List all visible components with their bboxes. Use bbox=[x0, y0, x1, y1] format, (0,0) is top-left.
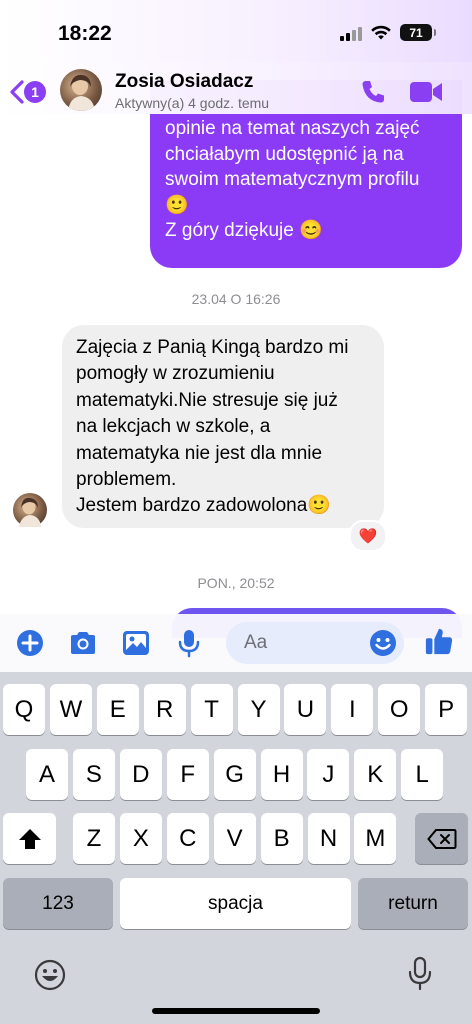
key-j[interactable]: J bbox=[307, 749, 350, 800]
key-u[interactable]: U bbox=[284, 684, 327, 735]
status-time: 18:22 bbox=[58, 22, 112, 45]
contact-name[interactable]: Zosia Osiadacz bbox=[115, 71, 253, 93]
key-v[interactable]: V bbox=[213, 813, 256, 864]
shift-arrow-icon bbox=[18, 828, 41, 849]
key-p[interactable]: P bbox=[425, 684, 468, 735]
key-w[interactable]: W bbox=[49, 684, 92, 735]
key-h[interactable]: H bbox=[260, 749, 303, 800]
key-r[interactable]: R bbox=[143, 684, 186, 735]
message-line: Jestem bardzo zadowolona🙂 bbox=[76, 495, 331, 517]
message-line: pomogły w zrozumieniu bbox=[76, 363, 275, 385]
message-line: matematyki.Nie stresuje się już bbox=[76, 389, 338, 411]
key-c[interactable]: C bbox=[166, 813, 209, 864]
key-g[interactable]: G bbox=[213, 749, 256, 800]
thumbs-up-icon[interactable] bbox=[424, 626, 454, 656]
battery-icon: 71 bbox=[400, 24, 436, 41]
key-e[interactable]: E bbox=[96, 684, 139, 735]
key-a[interactable]: A bbox=[26, 749, 68, 800]
message-line: problemem. bbox=[76, 469, 177, 491]
key-x[interactable]: X bbox=[119, 813, 162, 864]
key-o[interactable]: O bbox=[378, 684, 421, 735]
numbers-key[interactable]: 123 bbox=[3, 878, 113, 929]
backspace-icon bbox=[426, 828, 456, 849]
message-line: Z góry dziękuje 😊 bbox=[165, 220, 323, 241]
key-i[interactable]: I bbox=[331, 684, 374, 735]
avatar-photo bbox=[68, 74, 95, 111]
message-line: matematyka nie jest dla mnie bbox=[76, 442, 323, 464]
key-y[interactable]: Y bbox=[237, 684, 280, 735]
message-line: 🙂 bbox=[165, 194, 189, 216]
video-camera-icon[interactable] bbox=[409, 80, 443, 104]
unread-count-badge: 1 bbox=[24, 81, 46, 103]
camera-icon[interactable] bbox=[68, 628, 98, 658]
key-l[interactable]: L bbox=[401, 749, 444, 800]
message-line: na lekcjach w szkole, a bbox=[76, 416, 271, 438]
sender-avatar bbox=[13, 493, 47, 527]
key-k[interactable]: K bbox=[354, 749, 397, 800]
key-z[interactable]: Z bbox=[73, 813, 115, 864]
emoji-icon[interactable] bbox=[368, 628, 398, 658]
phone-icon[interactable] bbox=[359, 78, 387, 106]
key-n[interactable]: N bbox=[307, 813, 350, 864]
key-m[interactable]: M bbox=[354, 813, 397, 864]
microphone-icon[interactable] bbox=[174, 628, 204, 658]
home-indicator bbox=[152, 1008, 320, 1014]
dictation-microphone-icon[interactable] bbox=[406, 956, 434, 992]
message-timestamp: PON., 20:52 bbox=[197, 575, 275, 591]
message-line: opinie na temat naszych zajęć bbox=[165, 118, 420, 139]
message-line: chciałabym udostępnić ją na bbox=[165, 143, 404, 165]
message-line: swoim matematycznym profilu bbox=[165, 169, 420, 190]
image-icon[interactable] bbox=[121, 628, 151, 658]
plus-icon[interactable] bbox=[15, 628, 45, 658]
heart-reaction-badge[interactable]: ❤️ bbox=[349, 520, 387, 552]
key-t[interactable]: T bbox=[190, 684, 233, 735]
shift-key[interactable] bbox=[3, 813, 56, 864]
key-q[interactable]: Q bbox=[3, 684, 45, 735]
return-key[interactable]: return bbox=[358, 878, 468, 929]
contact-avatar[interactable] bbox=[60, 69, 102, 111]
cellular-signal-icon bbox=[340, 25, 362, 41]
contact-status: Aktywny(a) 4 godz. temu bbox=[115, 95, 270, 111]
status-icons: 71 bbox=[340, 24, 436, 41]
space-key[interactable]: spacja bbox=[120, 878, 351, 929]
backspace-key[interactable] bbox=[415, 813, 468, 864]
key-b[interactable]: B bbox=[260, 813, 303, 864]
key-s[interactable]: S bbox=[72, 749, 115, 800]
key-f[interactable]: F bbox=[166, 749, 209, 800]
message-timestamp: 23.04 O 16:26 bbox=[191, 291, 281, 307]
emoji-keyboard-icon[interactable] bbox=[33, 958, 67, 992]
key-d[interactable]: D bbox=[119, 749, 162, 800]
wifi-icon bbox=[371, 25, 391, 39]
back-button[interactable]: 1 bbox=[8, 79, 46, 105]
avatar-photo bbox=[19, 497, 41, 527]
incoming-message-bubble[interactable]: Zajęcia z Panią Kingą bardzo mi pomogły … bbox=[62, 325, 384, 528]
message-line: Zajęcia z Panią Kingą bardzo mi bbox=[76, 337, 349, 358]
